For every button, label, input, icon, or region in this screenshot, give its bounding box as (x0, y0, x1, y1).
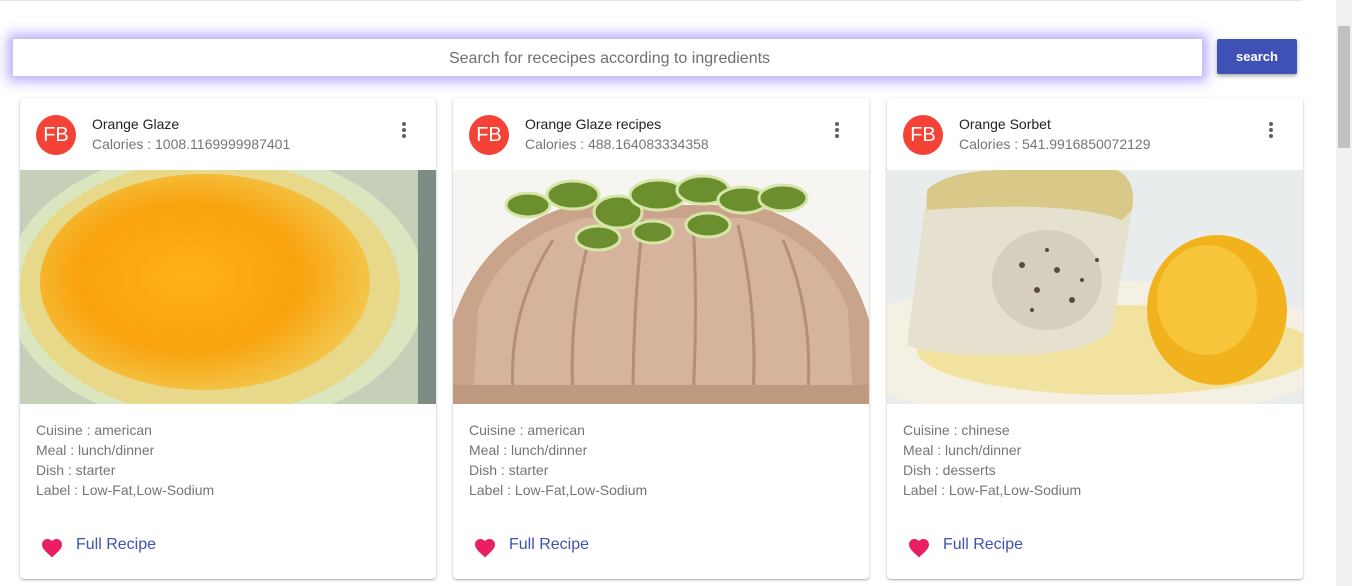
recipe-calories: Calories : 488.164083334358 (525, 136, 709, 152)
full-recipe-link[interactable]: Full Recipe (943, 536, 1023, 554)
heart-icon[interactable] (473, 536, 497, 558)
avatar: FB (903, 115, 943, 155)
heart-icon[interactable] (907, 536, 931, 558)
full-recipe-link[interactable]: Full Recipe (509, 536, 589, 554)
recipe-image (887, 170, 1303, 404)
top-divider (0, 0, 1302, 1)
search-bar (12, 38, 1206, 78)
more-vert-icon[interactable] (1263, 120, 1279, 140)
search-button[interactable]: search (1217, 39, 1297, 74)
recipe-calories: Calories : 541.9916850072129 (959, 136, 1151, 152)
meal-text: Meal : lunch/dinner (903, 442, 1022, 458)
avatar: FB (36, 115, 76, 155)
recipe-details: Cuisine : american Meal : lunch/dinner D… (36, 420, 214, 500)
recipe-details: Cuisine : american Meal : lunch/dinner D… (469, 420, 647, 500)
more-vert-icon[interactable] (396, 120, 412, 140)
meal-text: Meal : lunch/dinner (469, 442, 588, 458)
dish-text: Dish : starter (36, 462, 116, 478)
label-text: Label : Low-Fat,Low-Sodium (36, 482, 215, 498)
avatar: FB (469, 115, 509, 155)
cuisine-text: Cuisine : american (36, 422, 152, 438)
recipe-title: Orange Glaze (92, 116, 180, 132)
recipe-image (20, 170, 436, 404)
recipe-calories: Calories : 1008.1169999987401 (92, 136, 291, 152)
recipe-image (453, 170, 869, 404)
dish-text: Dish : starter (469, 462, 549, 478)
label-text: Label : Low-Fat,Low-Sodium (903, 482, 1082, 498)
recipe-details: Cuisine : chinese Meal : lunch/dinner Di… (903, 420, 1081, 500)
scrollbar-thumb[interactable] (1338, 26, 1350, 148)
meal-text: Meal : lunch/dinner (36, 442, 155, 458)
heart-icon[interactable] (40, 536, 64, 558)
recipe-card: FB Orange Glaze recipes Calories : 488.1… (453, 98, 869, 579)
cuisine-text: Cuisine : american (469, 422, 585, 438)
search-input[interactable] (13, 39, 1206, 78)
recipe-card: FB Orange Sorbet Calories : 541.99168500… (887, 98, 1303, 579)
label-text: Label : Low-Fat,Low-Sodium (469, 482, 648, 498)
dish-text: Dish : desserts (903, 462, 996, 478)
more-vert-icon[interactable] (829, 120, 845, 140)
full-recipe-link[interactable]: Full Recipe (76, 536, 156, 554)
recipe-title: Orange Glaze recipes (525, 116, 662, 132)
recipe-card: FB Orange Glaze Calories : 1008.11699999… (20, 98, 436, 579)
recipe-title: Orange Sorbet (959, 116, 1051, 132)
cuisine-text: Cuisine : chinese (903, 422, 1010, 438)
